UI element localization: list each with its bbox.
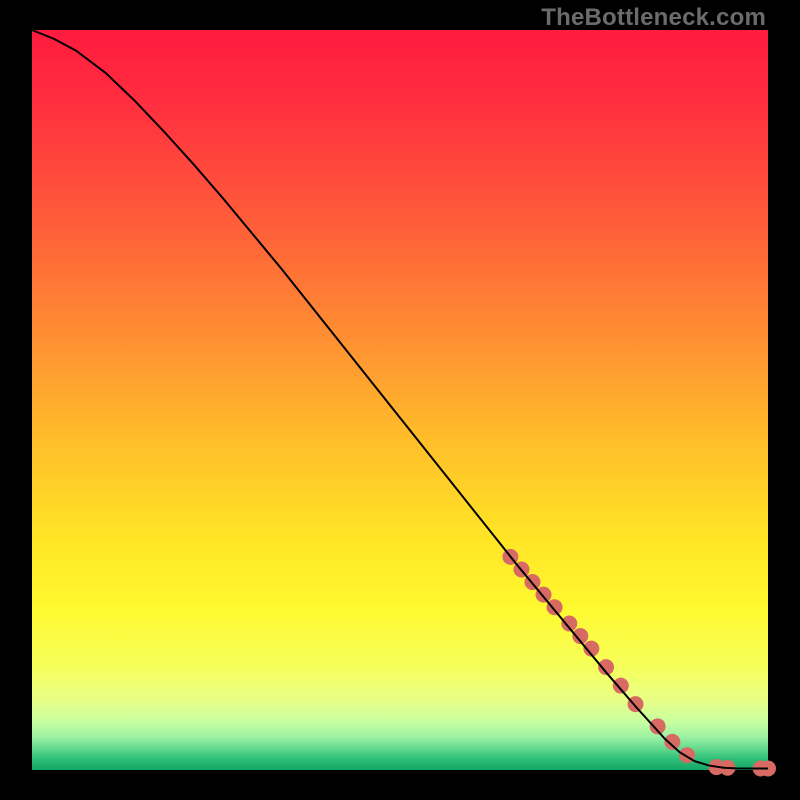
- data-point: [664, 734, 680, 750]
- data-point: [547, 599, 563, 615]
- chart-overlay: [32, 30, 768, 770]
- data-point: [613, 678, 629, 694]
- plot-area: [32, 30, 768, 770]
- curve-line: [32, 30, 768, 769]
- watermark-text: TheBottleneck.com: [541, 4, 766, 32]
- marker-layer: [502, 549, 776, 777]
